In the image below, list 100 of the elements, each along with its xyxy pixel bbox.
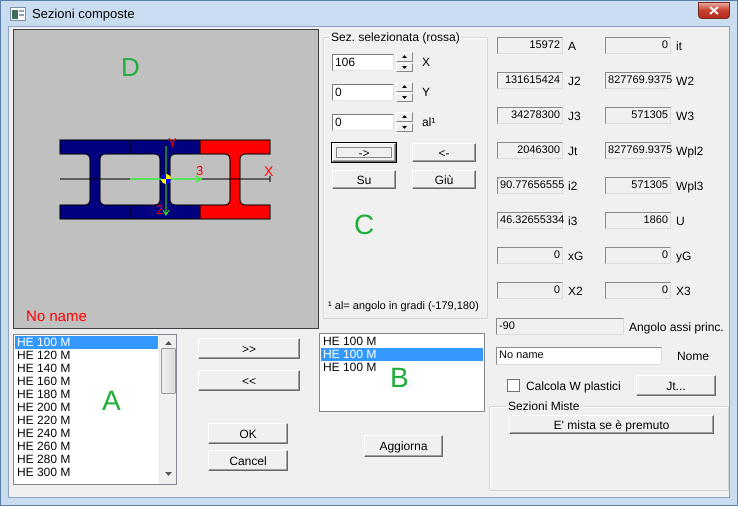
close-icon bbox=[709, 6, 719, 15]
property-field[interactable]: 571305 bbox=[605, 177, 671, 194]
property-field[interactable]: 827769.9375 bbox=[605, 72, 671, 89]
name-field[interactable]: No name bbox=[496, 347, 662, 365]
property-field[interactable]: 1860 bbox=[605, 212, 671, 229]
footnote-text: ¹ al= angolo in gradi (-179,180) bbox=[328, 300, 479, 312]
down-arrow-icon bbox=[402, 96, 407, 99]
property-label: J3 bbox=[567, 108, 581, 122]
down-arrow-icon bbox=[402, 66, 407, 69]
axis-label: Y bbox=[168, 135, 177, 150]
property-field[interactable]: 131615424 bbox=[497, 72, 563, 89]
window-title: Sezioni composte bbox=[32, 6, 136, 21]
list-item[interactable]: HE 100 M bbox=[321, 335, 378, 348]
list-item[interactable]: HE 300 M bbox=[15, 466, 72, 479]
checkbox-label: Calcola W plastici bbox=[526, 378, 622, 392]
update-button[interactable]: Aggiorna bbox=[364, 435, 443, 457]
centroid-icon bbox=[161, 174, 171, 184]
property-field[interactable]: 0 bbox=[497, 247, 563, 264]
property-label: i2 bbox=[567, 178, 578, 192]
property-field[interactable]: 0 bbox=[497, 282, 563, 299]
jt-button[interactable]: Jt... bbox=[636, 375, 716, 396]
scroll-down-icon bbox=[164, 472, 172, 476]
number-field[interactable]: 106 bbox=[332, 54, 394, 70]
spin-up-button[interactable] bbox=[396, 112, 413, 122]
list-item[interactable]: HE 160 M bbox=[15, 375, 72, 388]
spin-down-button[interactable] bbox=[396, 92, 413, 102]
property-field[interactable]: 2046300 bbox=[497, 142, 563, 159]
field-label: X bbox=[422, 55, 430, 69]
spin-up-button[interactable] bbox=[396, 82, 413, 92]
property-label: Wpl2 bbox=[675, 144, 704, 158]
property-label: yG bbox=[675, 248, 692, 262]
property-field[interactable]: 46.32655334 bbox=[497, 212, 563, 229]
list-item[interactable]: HE 140 M bbox=[15, 362, 72, 375]
close-button[interactable] bbox=[698, 2, 730, 19]
property-field[interactable]: 0 bbox=[605, 37, 671, 54]
property-label: A bbox=[567, 38, 576, 52]
list-item[interactable]: HE 220 M bbox=[15, 414, 72, 427]
transfer-button[interactable]: >> bbox=[198, 338, 300, 359]
up-arrow-icon bbox=[402, 115, 407, 118]
dialog-button[interactable]: Cancel bbox=[208, 450, 288, 471]
property-field[interactable]: 0 bbox=[605, 282, 671, 299]
spin-up-button[interactable] bbox=[396, 52, 413, 62]
scroll-thumb[interactable] bbox=[160, 348, 176, 394]
mixed-toggle-button[interactable]: E' mista se è premuto bbox=[509, 415, 714, 434]
angle-field[interactable]: -90 bbox=[496, 318, 624, 335]
list-item[interactable]: HE 180 M bbox=[15, 388, 72, 401]
property-label: X2 bbox=[567, 284, 583, 298]
list-letter: B bbox=[390, 364, 409, 392]
axis-label: X bbox=[264, 163, 274, 179]
window-icon bbox=[10, 6, 26, 20]
property-field[interactable]: 90.77656555 bbox=[497, 177, 563, 194]
property-field[interactable]: 0 bbox=[605, 247, 671, 264]
spin-down-button[interactable] bbox=[396, 122, 413, 132]
list-item[interactable]: HE 280 M bbox=[15, 453, 72, 466]
up-arrow-icon bbox=[402, 55, 407, 58]
move-button[interactable]: Su bbox=[332, 170, 396, 189]
move-button[interactable]: -> bbox=[332, 143, 396, 162]
list-letter: A bbox=[102, 387, 121, 415]
list-item[interactable]: HE 120 M bbox=[15, 349, 72, 362]
list-item[interactable]: HE 100 M bbox=[321, 361, 378, 374]
property-label: U bbox=[675, 214, 685, 228]
checkbox[interactable] bbox=[507, 379, 520, 392]
section-name: No name bbox=[26, 308, 87, 325]
field-label: Nome bbox=[677, 349, 710, 363]
group-letter: C bbox=[354, 209, 374, 241]
section-list[interactable]: HE 100 M HE 120 M HE 140 M HE 160 M HE 180 M HE 200 M HE 220 M HE 240 M HE 260 M HE 280 M HE 300 M A bbox=[13, 334, 177, 485]
number-field[interactable]: 0 bbox=[332, 84, 394, 100]
property-label: W2 bbox=[675, 74, 694, 88]
scrollbar[interactable] bbox=[159, 335, 176, 484]
axis-label: 3 bbox=[196, 163, 204, 178]
property-field[interactable]: 571305 bbox=[605, 107, 671, 124]
property-field[interactable]: 827769.9375 bbox=[605, 142, 671, 159]
move-button[interactable]: <- bbox=[412, 143, 476, 162]
property-label: W3 bbox=[675, 108, 694, 122]
panel-letter: D bbox=[121, 52, 140, 82]
property-label: it bbox=[675, 38, 682, 52]
composed-list[interactable]: HE 100 M HE 100 M HE 100 M B bbox=[319, 333, 485, 412]
property-label: X3 bbox=[675, 284, 691, 298]
field-label: Y bbox=[422, 85, 430, 99]
property-label: i3 bbox=[567, 214, 578, 228]
property-label: Jt bbox=[567, 144, 578, 158]
up-arrow-icon bbox=[402, 85, 407, 88]
property-field[interactable]: 15972 bbox=[497, 37, 563, 54]
property-label: J2 bbox=[567, 74, 581, 88]
property-label: xG bbox=[567, 248, 584, 262]
list-item[interactable]: HE 260 M bbox=[15, 440, 72, 453]
axis-label: 2 bbox=[156, 202, 164, 217]
list-item[interactable]: HE 240 M bbox=[15, 427, 72, 440]
spin-down-button[interactable] bbox=[396, 62, 413, 72]
group-title: Sezioni Miste bbox=[507, 399, 580, 413]
move-button[interactable]: Giù bbox=[412, 170, 476, 189]
axis-2-arrow bbox=[162, 146, 170, 216]
list-item[interactable]: HE 200 M bbox=[15, 401, 72, 414]
transfer-button[interactable]: << bbox=[198, 370, 300, 391]
scroll-up-icon bbox=[164, 341, 172, 345]
property-field[interactable]: 34278300 bbox=[497, 107, 563, 124]
group-title: Sez. selezionata (rossa) bbox=[330, 30, 461, 44]
y-axis-line bbox=[164, 144, 166, 214]
number-field[interactable]: 0 bbox=[332, 114, 394, 130]
dialog-button[interactable]: OK bbox=[208, 423, 288, 444]
